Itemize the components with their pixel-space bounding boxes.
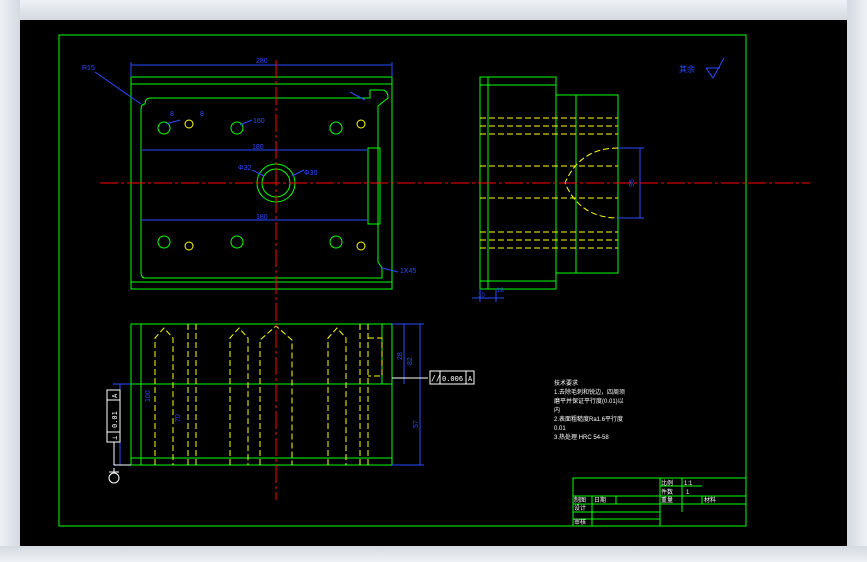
dim-bore-outer: Φ32: [238, 165, 251, 172]
note-line-4: 2.表面粗糙度Ra1.6平行度: [554, 415, 623, 423]
dim-front-upper: 28: [397, 352, 404, 360]
tb-weight-label: 重量: [661, 496, 673, 504]
note-line-1: 1.去除毛刺和锐边，四周须: [554, 388, 625, 396]
dim-hole-b: 8: [200, 111, 204, 118]
tol-right-value: 0.006: [442, 375, 463, 383]
side-view: [472, 76, 644, 302]
technical-notes: 技术要求 1.去除毛刺和锐边，四周须 磨平并保证平行度(0.01)以 内 2.表…: [554, 379, 625, 441]
dim-chamfer: 1X45: [400, 268, 416, 275]
cad-drawing: 其余 280 R15 8 8 160 180 Φ32 Φ30 180 1X45 …: [58, 34, 810, 527]
window-left-frame: [0, 0, 20, 562]
note-line-5: 0.01: [554, 426, 566, 432]
tb-scale-value: 1:1: [684, 481, 693, 487]
dim-front-height-right: 82: [407, 357, 414, 365]
dim-pitch-upper: 160: [253, 118, 265, 125]
tol-right-datum: A: [468, 375, 473, 383]
roughness-symbol-icon: [705, 57, 725, 79]
dim-width-bottom: 180: [256, 214, 268, 221]
tb-draw-value: 日期: [594, 496, 606, 504]
dim-side-step-a: 10: [478, 293, 485, 299]
note-line-2: 磨平并保证平行度(0.01)以: [554, 397, 624, 405]
dim-center-span: 180: [252, 144, 264, 151]
tb-count-label: 件数: [661, 488, 673, 496]
roughness-note: 其余: [679, 64, 695, 74]
tol-left-value: 0.01: [111, 411, 119, 428]
drawing-canvas[interactable]: 其余 280 R15 8 8 160 180 Φ32 Φ30 180 1X45 …: [20, 20, 847, 546]
note-line-3: 内: [554, 406, 560, 414]
front-view: [113, 323, 428, 466]
tol-left-datum: A: [111, 393, 119, 398]
tol-left-symbol: ⊥: [111, 436, 119, 440]
dim-front-left-inner: 70: [175, 414, 182, 422]
dim-hole-a: 8: [170, 111, 174, 118]
window-bottom-frame: [0, 546, 867, 562]
window-right-frame: [847, 0, 867, 562]
tol-right-symbol: //: [431, 374, 441, 383]
dim-front-lower: 57: [413, 420, 420, 428]
dim-radius-corner: R15: [82, 65, 95, 72]
tb-count-value: 1: [686, 490, 690, 496]
dim-bore-inner: Φ30: [304, 170, 317, 177]
plan-view: [94, 62, 399, 290]
dim-width-top: 280: [256, 58, 268, 65]
tb-draw-label: 制图: [574, 496, 586, 504]
drawing-border: [58, 34, 747, 527]
window-top-frame: [0, 0, 867, 20]
tb-material-label: 材料: [704, 496, 716, 504]
note-line-0: 技术要求: [554, 379, 578, 387]
tb-scale-label: 比例: [661, 479, 673, 487]
dim-front-left-height: 100: [145, 390, 152, 402]
dim-side-step-b: 18: [497, 288, 504, 294]
datum-symbol-icon: [108, 468, 120, 484]
tb-check-label: 审核: [574, 518, 586, 526]
center-lines: [100, 60, 810, 500]
tb-design-label: 设计: [574, 504, 586, 512]
note-line-6: 3.热处理 HRC 54-58: [554, 433, 609, 441]
